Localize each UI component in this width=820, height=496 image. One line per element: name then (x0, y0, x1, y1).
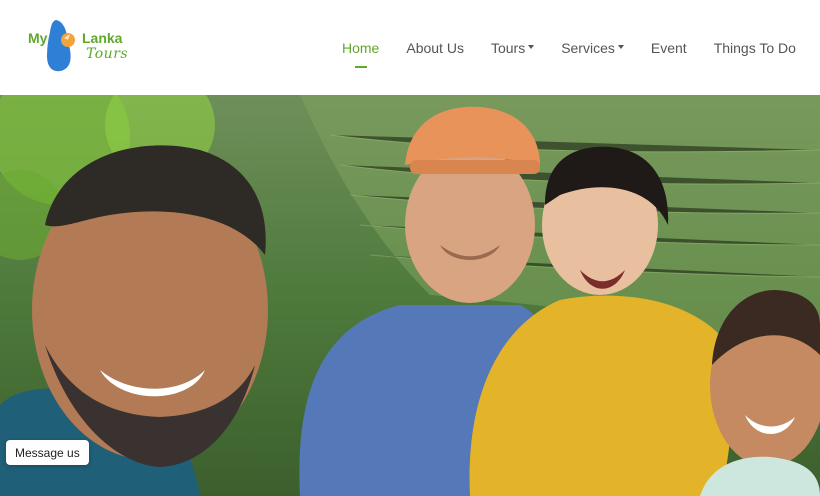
message-us-button[interactable]: Message us (6, 440, 89, 465)
nav-about-us[interactable]: About Us (406, 0, 464, 95)
logo-text-my: My (28, 30, 48, 46)
nav-services[interactable]: Services (561, 0, 624, 95)
caret-down-icon (528, 44, 535, 49)
nav-home-label: Home (342, 39, 380, 56)
caret-down-icon (617, 44, 624, 49)
nav-event-label: Event (650, 39, 687, 56)
nav-things-to-do[interactable]: Things To Do (714, 0, 796, 95)
nav-tours[interactable]: Tours (490, 0, 535, 95)
hero-banner (0, 95, 820, 496)
nav-tours-label: Tours (490, 39, 526, 56)
nav-home[interactable]: Home (342, 0, 379, 95)
nav-things-to-do-label: Things To Do (713, 39, 796, 56)
logo-text-lanka: Lanka (82, 30, 123, 46)
site-header: My Lanka Tours Home About Us Tours Servi… (0, 0, 820, 95)
photo-icon (0, 95, 820, 496)
message-us-label: Message us (15, 445, 80, 460)
nav-event[interactable]: Event (651, 0, 687, 95)
logo-text-tours: Tours (86, 46, 129, 62)
sri-lanka-map-icon (47, 20, 75, 72)
site-logo[interactable]: My Lanka Tours (26, 18, 136, 74)
main-nav: Home About Us Tours Services Event Thing… (342, 0, 820, 95)
nav-services-label: Services (561, 39, 615, 56)
nav-about-us-label: About Us (406, 39, 464, 56)
